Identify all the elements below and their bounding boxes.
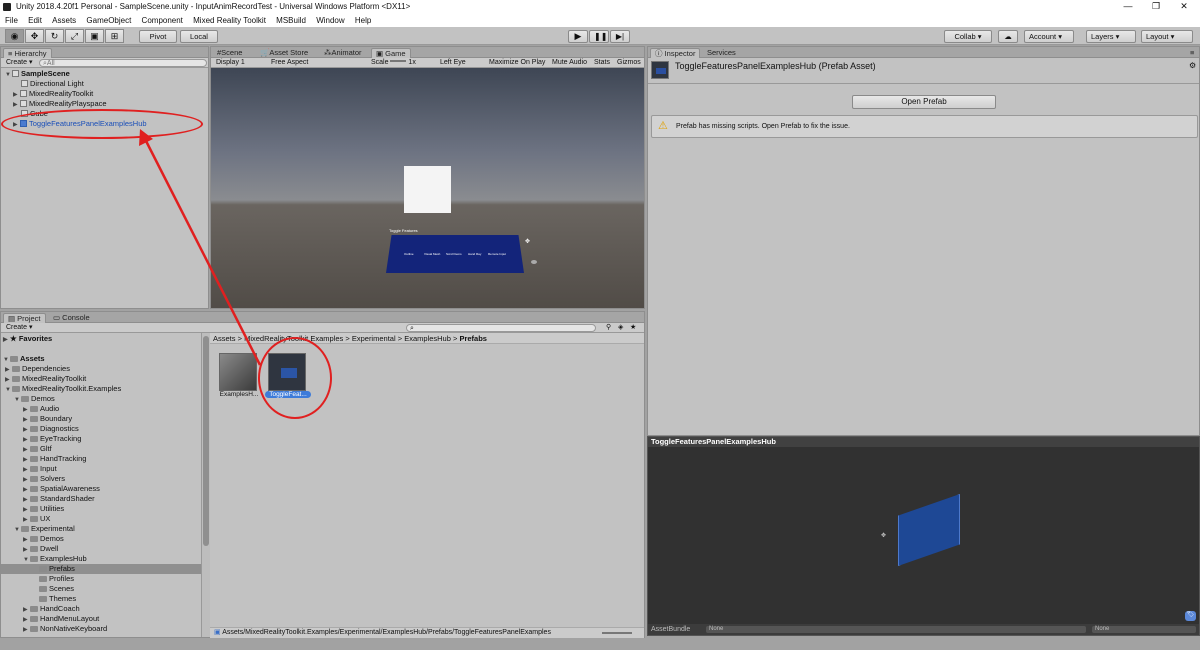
red-drag-arrow [139, 129, 262, 366]
